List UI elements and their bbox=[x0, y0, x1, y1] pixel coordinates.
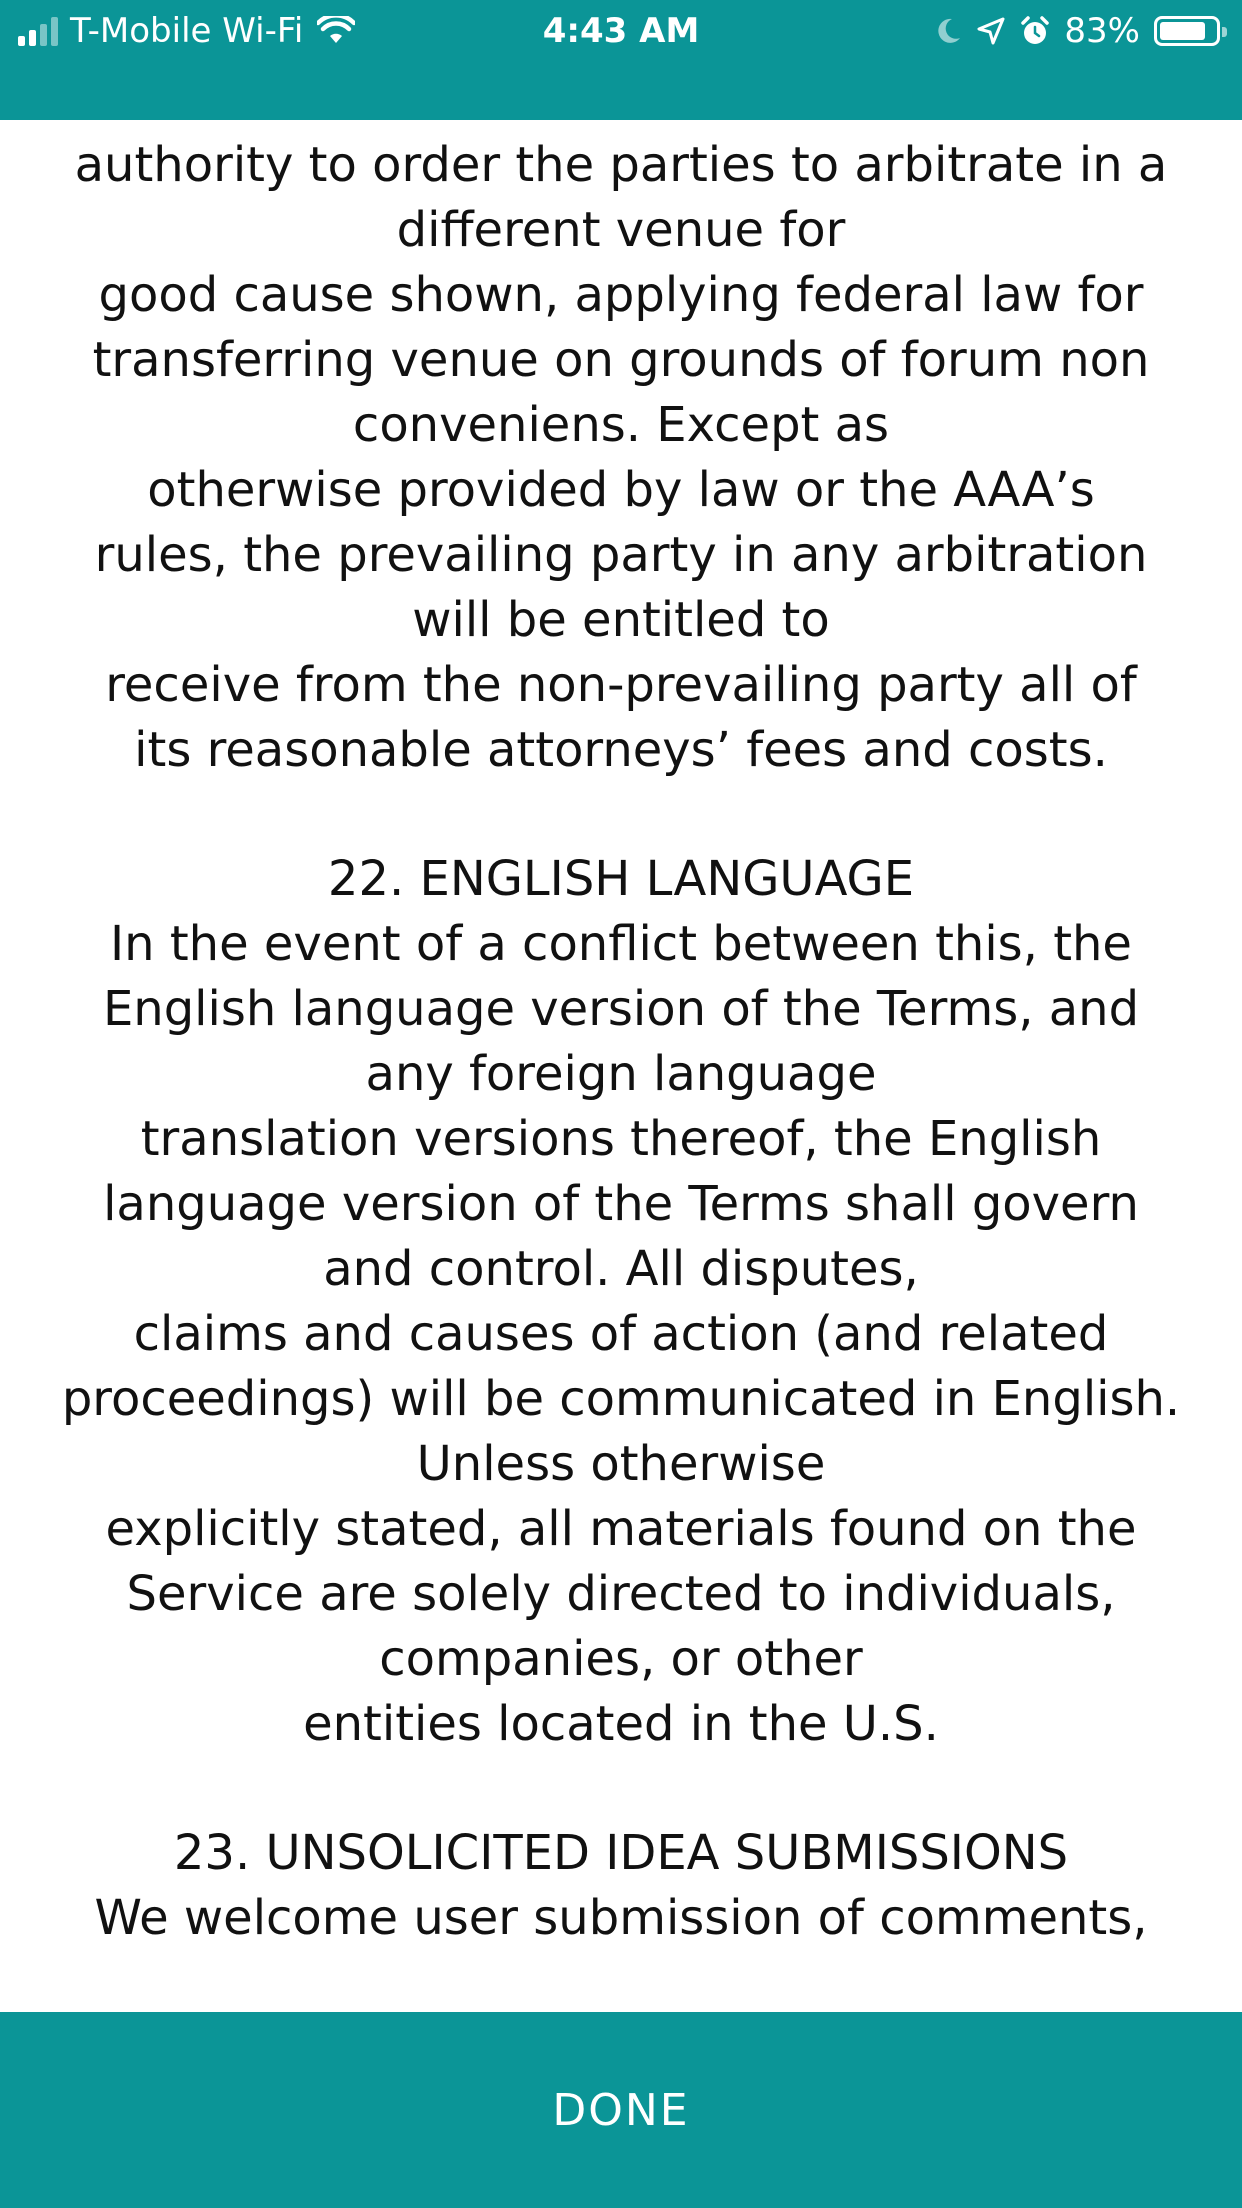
terms-line: otherwise provided by law or the AAA’s bbox=[147, 462, 1095, 518]
terms-line: 23. UNSOLICITED IDEA SUBMISSIONS bbox=[173, 1825, 1069, 1881]
terms-line: We welcome user submission of comments, bbox=[94, 1890, 1148, 1946]
terms-line: In the event of a conflict between this,… bbox=[110, 916, 1132, 972]
battery-icon bbox=[1154, 16, 1227, 46]
terms-line: the arbitrator once selected shall have … bbox=[0, 120, 1242, 133]
terms-line: conveniens. Except as bbox=[352, 397, 890, 453]
terms-line: good cause shown, applying federal law f… bbox=[98, 267, 1144, 323]
done-button[interactable]: DONE bbox=[0, 2012, 1242, 2208]
status-bar-right: 83% bbox=[934, 10, 1228, 52]
terms-line: rules, the prevailing party in any arbit… bbox=[94, 527, 1148, 583]
location-arrow-icon bbox=[976, 16, 1006, 46]
terms-line: 22. ENGLISH LANGUAGE bbox=[327, 851, 915, 907]
status-bar: T-Mobile Wi-Fi 4:43 AM 83% bbox=[0, 0, 1242, 120]
terms-line: explicitly stated, all materials found o… bbox=[105, 1501, 1137, 1557]
terms-line: Unless otherwise bbox=[416, 1436, 826, 1492]
terms-line: claims and causes of action (and related bbox=[133, 1306, 1109, 1362]
terms-line: translation versions thereof, the Englis… bbox=[140, 1111, 1102, 1167]
terms-screen: T-Mobile Wi-Fi 4:43 AM 83% authority to … bbox=[0, 0, 1242, 2208]
alarm-icon bbox=[1020, 15, 1050, 47]
terms-line: different venue for bbox=[396, 202, 846, 258]
battery-level-fill bbox=[1160, 22, 1205, 40]
terms-line: any foreign language bbox=[365, 1046, 877, 1102]
terms-line: language version of the Terms shall gove… bbox=[103, 1176, 1139, 1232]
terms-line: will be entitled to bbox=[412, 592, 830, 648]
terms-line: proceedings) will be communicated in Eng… bbox=[61, 1371, 1181, 1427]
terms-line: companies, or other bbox=[379, 1631, 863, 1687]
terms-line: authority to order the parties to arbitr… bbox=[74, 137, 1168, 193]
terms-scroll-view[interactable]: the arbitrator once selected shall have … bbox=[0, 120, 1242, 2012]
terms-line: its reasonable attorneys’ fees and costs… bbox=[134, 722, 1108, 778]
terms-line: and control. All disputes, bbox=[323, 1241, 919, 1297]
terms-line: Service are solely directed to individua… bbox=[126, 1566, 1116, 1622]
moon-icon bbox=[934, 16, 962, 46]
terms-line: transferring venue on grounds of forum n… bbox=[92, 332, 1150, 388]
terms-line: entities located in the U.S. bbox=[303, 1696, 939, 1752]
terms-text: the arbitrator once selected shall have … bbox=[0, 120, 1242, 1951]
terms-line: receive from the non-prevailing party al… bbox=[105, 657, 1137, 713]
done-button-label: DONE bbox=[552, 2084, 690, 2136]
terms-line: English language version of the Terms, a… bbox=[102, 981, 1140, 1037]
battery-percentage: 83% bbox=[1064, 11, 1140, 51]
